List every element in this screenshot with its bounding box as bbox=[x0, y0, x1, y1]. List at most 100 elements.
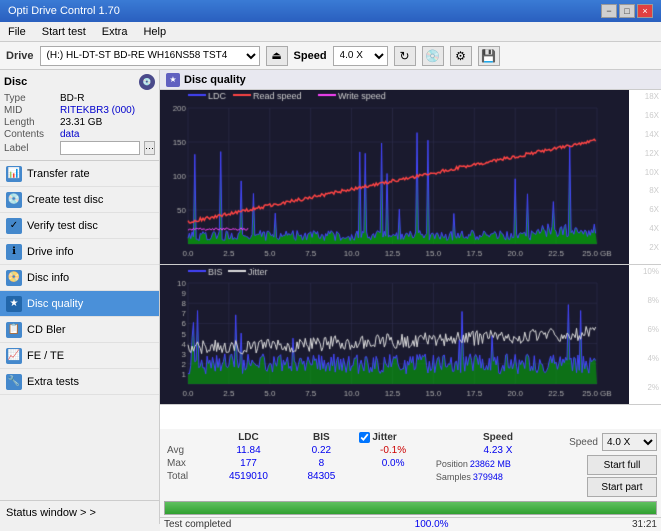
col-jitter-section: Jitter bbox=[353, 431, 432, 444]
col-ldc-header: LDC bbox=[208, 431, 290, 444]
speed-set-label: Speed bbox=[569, 437, 598, 448]
nav-verify-test-disc[interactable]: ✓ Verify test disc bbox=[0, 213, 159, 239]
disc-mid-value: RITEKBR3 (000) bbox=[60, 105, 135, 116]
disc-icon-button[interactable]: 💿 bbox=[422, 46, 444, 66]
footer-status: Test completed bbox=[164, 519, 231, 530]
drive-label: Drive bbox=[6, 50, 34, 62]
nav-transfer-rate[interactable]: 📊 Transfer rate bbox=[0, 161, 159, 187]
total-bis: 84305 bbox=[289, 470, 353, 483]
minimize-button[interactable]: − bbox=[601, 4, 617, 18]
menu-help[interactable]: Help bbox=[139, 25, 170, 39]
col-jitter-header: Jitter bbox=[372, 432, 396, 443]
max-jitter: 0.0% bbox=[353, 457, 432, 470]
menu-file[interactable]: File bbox=[4, 25, 30, 39]
stats-area: LDC BIS Jitter Speed bbox=[160, 429, 661, 524]
disc-type-value: BD-R bbox=[60, 93, 84, 104]
avg-label: Avg bbox=[164, 444, 208, 457]
maximize-button[interactable]: □ bbox=[619, 4, 635, 18]
disc-quality-icon: ★ bbox=[6, 296, 22, 312]
menu-start-test[interactable]: Start test bbox=[38, 25, 90, 39]
nav-create-test-disc-label: Create test disc bbox=[27, 194, 103, 206]
disc-panel-title: Disc bbox=[4, 76, 27, 88]
stats-table-wrapper: LDC BIS Jitter Speed bbox=[164, 431, 563, 483]
nav-items: 📊 Transfer rate 💿 Create test disc ✓ Ver… bbox=[0, 161, 159, 500]
nav-drive-info[interactable]: ℹ Drive info bbox=[0, 239, 159, 265]
menubar: File Start test Extra Help bbox=[0, 22, 661, 42]
total-ldc: 4519010 bbox=[208, 470, 290, 483]
sidebar: Disc 💿 Type BD-R MID RITEKBR3 (000) Leng… bbox=[0, 70, 160, 524]
nav-drive-info-label: Drive info bbox=[27, 246, 73, 258]
content-area: ★ Disc quality 18X 16X 14X 12X 10X 8X 6X… bbox=[160, 70, 661, 524]
create-test-disc-icon: 💿 bbox=[6, 192, 22, 208]
app-title: Opti Drive Control 1.70 bbox=[8, 5, 120, 17]
jitter-checkbox[interactable] bbox=[359, 432, 370, 443]
speed-label: Speed bbox=[294, 50, 327, 62]
drivebar: Drive (H:) HL-DT-ST BD-RE WH16NS58 TST4 … bbox=[0, 42, 661, 70]
progress-section bbox=[160, 499, 661, 517]
position-label: Position bbox=[436, 459, 468, 469]
settings-button[interactable]: ⚙ bbox=[450, 46, 472, 66]
progress-bar bbox=[164, 501, 657, 515]
status-window-label: Status window > > bbox=[6, 507, 96, 519]
avg-ldc: 11.84 bbox=[208, 444, 290, 457]
close-button[interactable]: × bbox=[637, 4, 653, 18]
main-area: Disc 💿 Type BD-R MID RITEKBR3 (000) Leng… bbox=[0, 70, 661, 524]
footer-time: 31:21 bbox=[632, 519, 657, 530]
extra-tests-icon: 🔧 bbox=[6, 374, 22, 390]
chart1 bbox=[160, 90, 629, 264]
samples-value: 379948 bbox=[473, 472, 503, 482]
chart2-container: 10% 8% 6% 4% 2% bbox=[160, 265, 661, 405]
col-speed-header: Speed bbox=[433, 431, 563, 444]
speed-select[interactable]: 4.0 X bbox=[333, 46, 388, 66]
disc-type-label: Type bbox=[4, 93, 56, 104]
nav-disc-quality-label: Disc quality bbox=[27, 298, 83, 310]
disc-quality-header: ★ Disc quality bbox=[160, 70, 661, 90]
titlebar-controls[interactable]: − □ × bbox=[601, 4, 653, 18]
footer: Test completed 100.0% 31:21 bbox=[160, 517, 661, 531]
disc-quality-header-icon: ★ bbox=[166, 73, 180, 87]
chart1-container: 18X 16X 14X 12X 10X 8X 6X 4X 2X bbox=[160, 90, 661, 265]
avg-jitter: -0.1% bbox=[353, 444, 432, 457]
max-ldc: 177 bbox=[208, 457, 290, 470]
chart2-y-axis-right: 10% 8% 6% 4% 2% bbox=[643, 267, 659, 392]
progress-fill bbox=[165, 502, 656, 514]
eject-button[interactable]: ⏏ bbox=[266, 46, 288, 66]
nav-disc-info[interactable]: 📀 Disc info bbox=[0, 265, 159, 291]
nav-cd-bler[interactable]: 📋 CD Bler bbox=[0, 317, 159, 343]
disc-label-input[interactable] bbox=[60, 141, 140, 155]
nav-extra-tests-label: Extra tests bbox=[27, 376, 79, 388]
start-part-button[interactable]: Start part bbox=[587, 477, 657, 497]
action-buttons: Speed 4.0 X Start full Start part bbox=[569, 431, 657, 497]
position-value: 23862 MB bbox=[470, 459, 511, 469]
nav-create-test-disc[interactable]: 💿 Create test disc bbox=[0, 187, 159, 213]
titlebar: Opti Drive Control 1.70 − □ × bbox=[0, 0, 661, 22]
refresh-button[interactable]: ↻ bbox=[394, 46, 416, 66]
menu-extra[interactable]: Extra bbox=[98, 25, 132, 39]
drive-info-icon: ℹ bbox=[6, 244, 22, 260]
cd-bler-icon: 📋 bbox=[6, 322, 22, 338]
nav-cd-bler-label: CD Bler bbox=[27, 324, 66, 336]
status-window[interactable]: Status window > > bbox=[0, 500, 159, 524]
drive-select[interactable]: (H:) HL-DT-ST BD-RE WH16NS58 TST4 bbox=[40, 46, 260, 66]
col-bis-header: BIS bbox=[289, 431, 353, 444]
avg-bis: 0.22 bbox=[289, 444, 353, 457]
chart2 bbox=[160, 265, 629, 404]
stats-max-row: Max 177 8 0.0% Position 23862 MB bbox=[164, 457, 563, 470]
stats-content: LDC BIS Jitter Speed bbox=[160, 429, 661, 499]
disc-quality-title: Disc quality bbox=[184, 74, 246, 86]
disc-label-button[interactable]: ⋯ bbox=[144, 141, 155, 155]
nav-extra-tests[interactable]: 🔧 Extra tests bbox=[0, 369, 159, 395]
fe-te-icon: 📈 bbox=[6, 348, 22, 364]
speed-set-select[interactable]: 4.0 X bbox=[602, 433, 657, 451]
nav-fe-te[interactable]: 📈 FE / TE bbox=[0, 343, 159, 369]
disc-length-label: Length bbox=[4, 117, 56, 128]
disc-panel-icon: 💿 bbox=[139, 74, 155, 90]
nav-disc-quality[interactable]: ★ Disc quality bbox=[0, 291, 159, 317]
save-button[interactable]: 💾 bbox=[478, 46, 500, 66]
disc-length-value: 23.31 GB bbox=[60, 117, 102, 128]
samples-label: Samples bbox=[436, 472, 471, 482]
nav-transfer-rate-label: Transfer rate bbox=[27, 168, 90, 180]
start-full-button[interactable]: Start full bbox=[587, 455, 657, 475]
disc-label-label: Label bbox=[4, 143, 56, 154]
nav-verify-test-disc-label: Verify test disc bbox=[27, 220, 98, 232]
